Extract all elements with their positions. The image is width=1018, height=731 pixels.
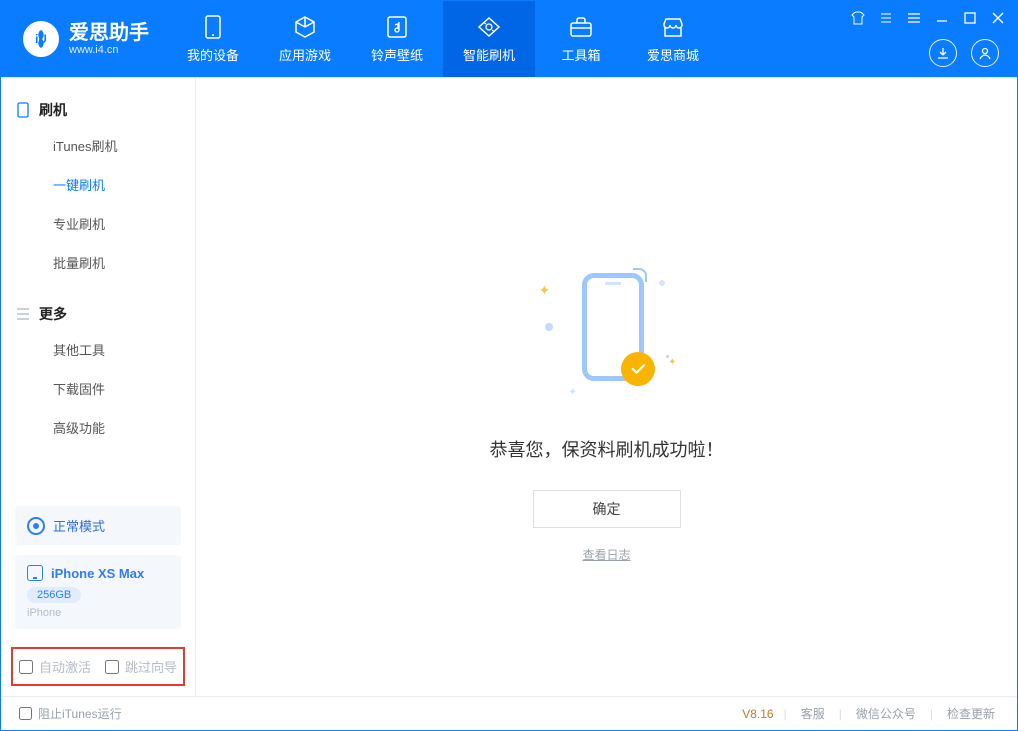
app-window: iU 爱思助手 www.i4.cn 我的设备 应用游戏 铃声壁纸 智能刷 xyxy=(0,0,1018,731)
tab-toolbox[interactable]: 工具箱 xyxy=(535,1,627,77)
confirm-button[interactable]: 确定 xyxy=(533,490,681,528)
device-name-row: iPhone XS Max xyxy=(27,565,169,581)
mode-box[interactable]: 正常模式 xyxy=(15,506,181,545)
sidebar: 刷机 iTunes刷机 一键刷机 专业刷机 批量刷机 更多 其他工具 下载固件 … xyxy=(1,78,196,696)
brand-url: www.i4.cn xyxy=(69,44,149,56)
dot-icon xyxy=(545,323,553,331)
tab-apps-games[interactable]: 应用游戏 xyxy=(259,1,351,77)
view-log-link[interactable]: 查看日志 xyxy=(582,546,630,563)
options-row: 自动激活 跳过向导 xyxy=(11,647,185,686)
separator: | xyxy=(784,707,787,721)
checkbox-input[interactable] xyxy=(19,707,32,720)
status-link-support[interactable]: 客服 xyxy=(797,705,829,722)
sidebar-item-download-firmware[interactable]: 下载固件 xyxy=(1,369,195,408)
sidebar-group-more: 更多 xyxy=(1,296,195,330)
success-illustration: ✦ ✦ ✦ xyxy=(537,268,677,408)
separator: | xyxy=(930,707,933,721)
sparkle-icon: ✦ xyxy=(539,282,551,299)
checkbox-input[interactable] xyxy=(105,660,119,674)
minimize-icon[interactable] xyxy=(933,9,951,27)
sparkle-icon: ✦ xyxy=(668,357,676,368)
device-icon xyxy=(201,15,225,39)
sidebar-item-pro-flash[interactable]: 专业刷机 xyxy=(1,204,195,243)
group-title: 刷机 xyxy=(39,100,67,120)
music-icon xyxy=(385,15,409,39)
mode-icon xyxy=(27,517,45,535)
tab-store[interactable]: 爱思商城 xyxy=(627,1,719,77)
sidebar-scroll: 刷机 iTunes刷机 一键刷机 专业刷机 批量刷机 更多 其他工具 下载固件 … xyxy=(1,78,195,506)
checkbox-label: 跳过向导 xyxy=(125,657,177,676)
tab-label: 我的设备 xyxy=(187,45,239,64)
checkbox-input[interactable] xyxy=(19,660,33,674)
hamburger-icon xyxy=(15,306,31,322)
main-tabs: 我的设备 应用游戏 铃声壁纸 智能刷机 工具箱 爱思商城 xyxy=(167,1,719,77)
check-badge-icon xyxy=(621,352,655,386)
list-icon[interactable] xyxy=(877,9,895,27)
device-box[interactable]: iPhone XS Max 256GB iPhone xyxy=(15,555,181,629)
body: 刷机 iTunes刷机 一键刷机 专业刷机 批量刷机 更多 其他工具 下载固件 … xyxy=(1,77,1017,696)
checkbox-label: 自动激活 xyxy=(39,657,91,676)
tab-my-device[interactable]: 我的设备 xyxy=(167,1,259,77)
sparkle-icon: ✦ xyxy=(569,387,577,398)
device-type: iPhone xyxy=(27,607,169,619)
maximize-icon[interactable] xyxy=(961,9,979,27)
sidebar-item-itunes-flash[interactable]: iTunes刷机 xyxy=(1,126,195,165)
checkbox-auto-activate[interactable]: 自动激活 xyxy=(19,657,91,676)
user-icon[interactable] xyxy=(971,39,999,67)
menu-icon[interactable] xyxy=(905,9,923,27)
logo-text: 爱思助手 www.i4.cn xyxy=(69,22,149,56)
titlebar: iU 爱思助手 www.i4.cn 我的设备 应用游戏 铃声壁纸 智能刷 xyxy=(1,1,1017,77)
shop-icon xyxy=(661,15,685,39)
svg-text:iU: iU xyxy=(35,33,47,46)
refresh-icon xyxy=(477,15,501,39)
device-name: iPhone XS Max xyxy=(51,566,144,581)
toolbox-icon xyxy=(569,15,593,39)
device-small-icon xyxy=(27,565,43,581)
status-block-itunes[interactable]: 阻止iTunes运行 xyxy=(19,705,122,722)
device-capacity: 256GB xyxy=(27,587,81,603)
group-title: 更多 xyxy=(39,304,67,324)
tab-label: 应用游戏 xyxy=(279,45,331,64)
tab-label: 智能刷机 xyxy=(463,45,515,64)
close-icon[interactable] xyxy=(989,9,1007,27)
dot-icon xyxy=(659,280,665,286)
success-message: 恭喜您，保资料刷机成功啦！ xyxy=(490,436,724,462)
status-link-wechat[interactable]: 微信公众号 xyxy=(852,705,920,722)
status-block-itunes-label: 阻止iTunes运行 xyxy=(38,705,122,722)
status-link-update[interactable]: 检查更新 xyxy=(943,705,999,722)
sidebar-item-onekey-flash[interactable]: 一键刷机 xyxy=(1,165,195,204)
sidebar-item-batch-flash[interactable]: 批量刷机 xyxy=(1,243,195,282)
download-icon[interactable] xyxy=(929,39,957,67)
main-area: ✦ ✦ ✦ 恭喜您，保资料刷机成功啦！ 确定 查看日志 xyxy=(196,78,1017,696)
separator: | xyxy=(839,707,842,721)
version-label: V8.16 xyxy=(742,707,773,721)
statusbar: 阻止iTunes运行 V8.16 | 客服 | 微信公众号 | 检查更新 xyxy=(1,696,1017,730)
dot-icon xyxy=(666,355,669,358)
sidebar-item-other-tools[interactable]: 其他工具 xyxy=(1,330,195,369)
tab-label: 铃声壁纸 xyxy=(371,45,423,64)
brand-name: 爱思助手 xyxy=(69,22,149,44)
checkbox-skip-guide[interactable]: 跳过向导 xyxy=(105,657,177,676)
tab-label: 爱思商城 xyxy=(647,45,699,64)
mode-label: 正常模式 xyxy=(53,516,105,535)
logo-icon: iU xyxy=(23,21,59,57)
cube-icon xyxy=(293,15,317,39)
window-controls-small xyxy=(849,9,1007,27)
phone-small-icon xyxy=(15,102,31,118)
sidebar-group-flash: 刷机 xyxy=(1,92,195,126)
header-actions xyxy=(929,39,999,67)
tab-label: 工具箱 xyxy=(561,45,600,64)
shirt-icon[interactable] xyxy=(849,9,867,27)
tab-smart-flash[interactable]: 智能刷机 xyxy=(443,1,535,77)
sidebar-item-advanced[interactable]: 高级功能 xyxy=(1,408,195,447)
logo-area: iU 爱思助手 www.i4.cn xyxy=(1,1,167,77)
tab-ringtone-wallpaper[interactable]: 铃声壁纸 xyxy=(351,1,443,77)
